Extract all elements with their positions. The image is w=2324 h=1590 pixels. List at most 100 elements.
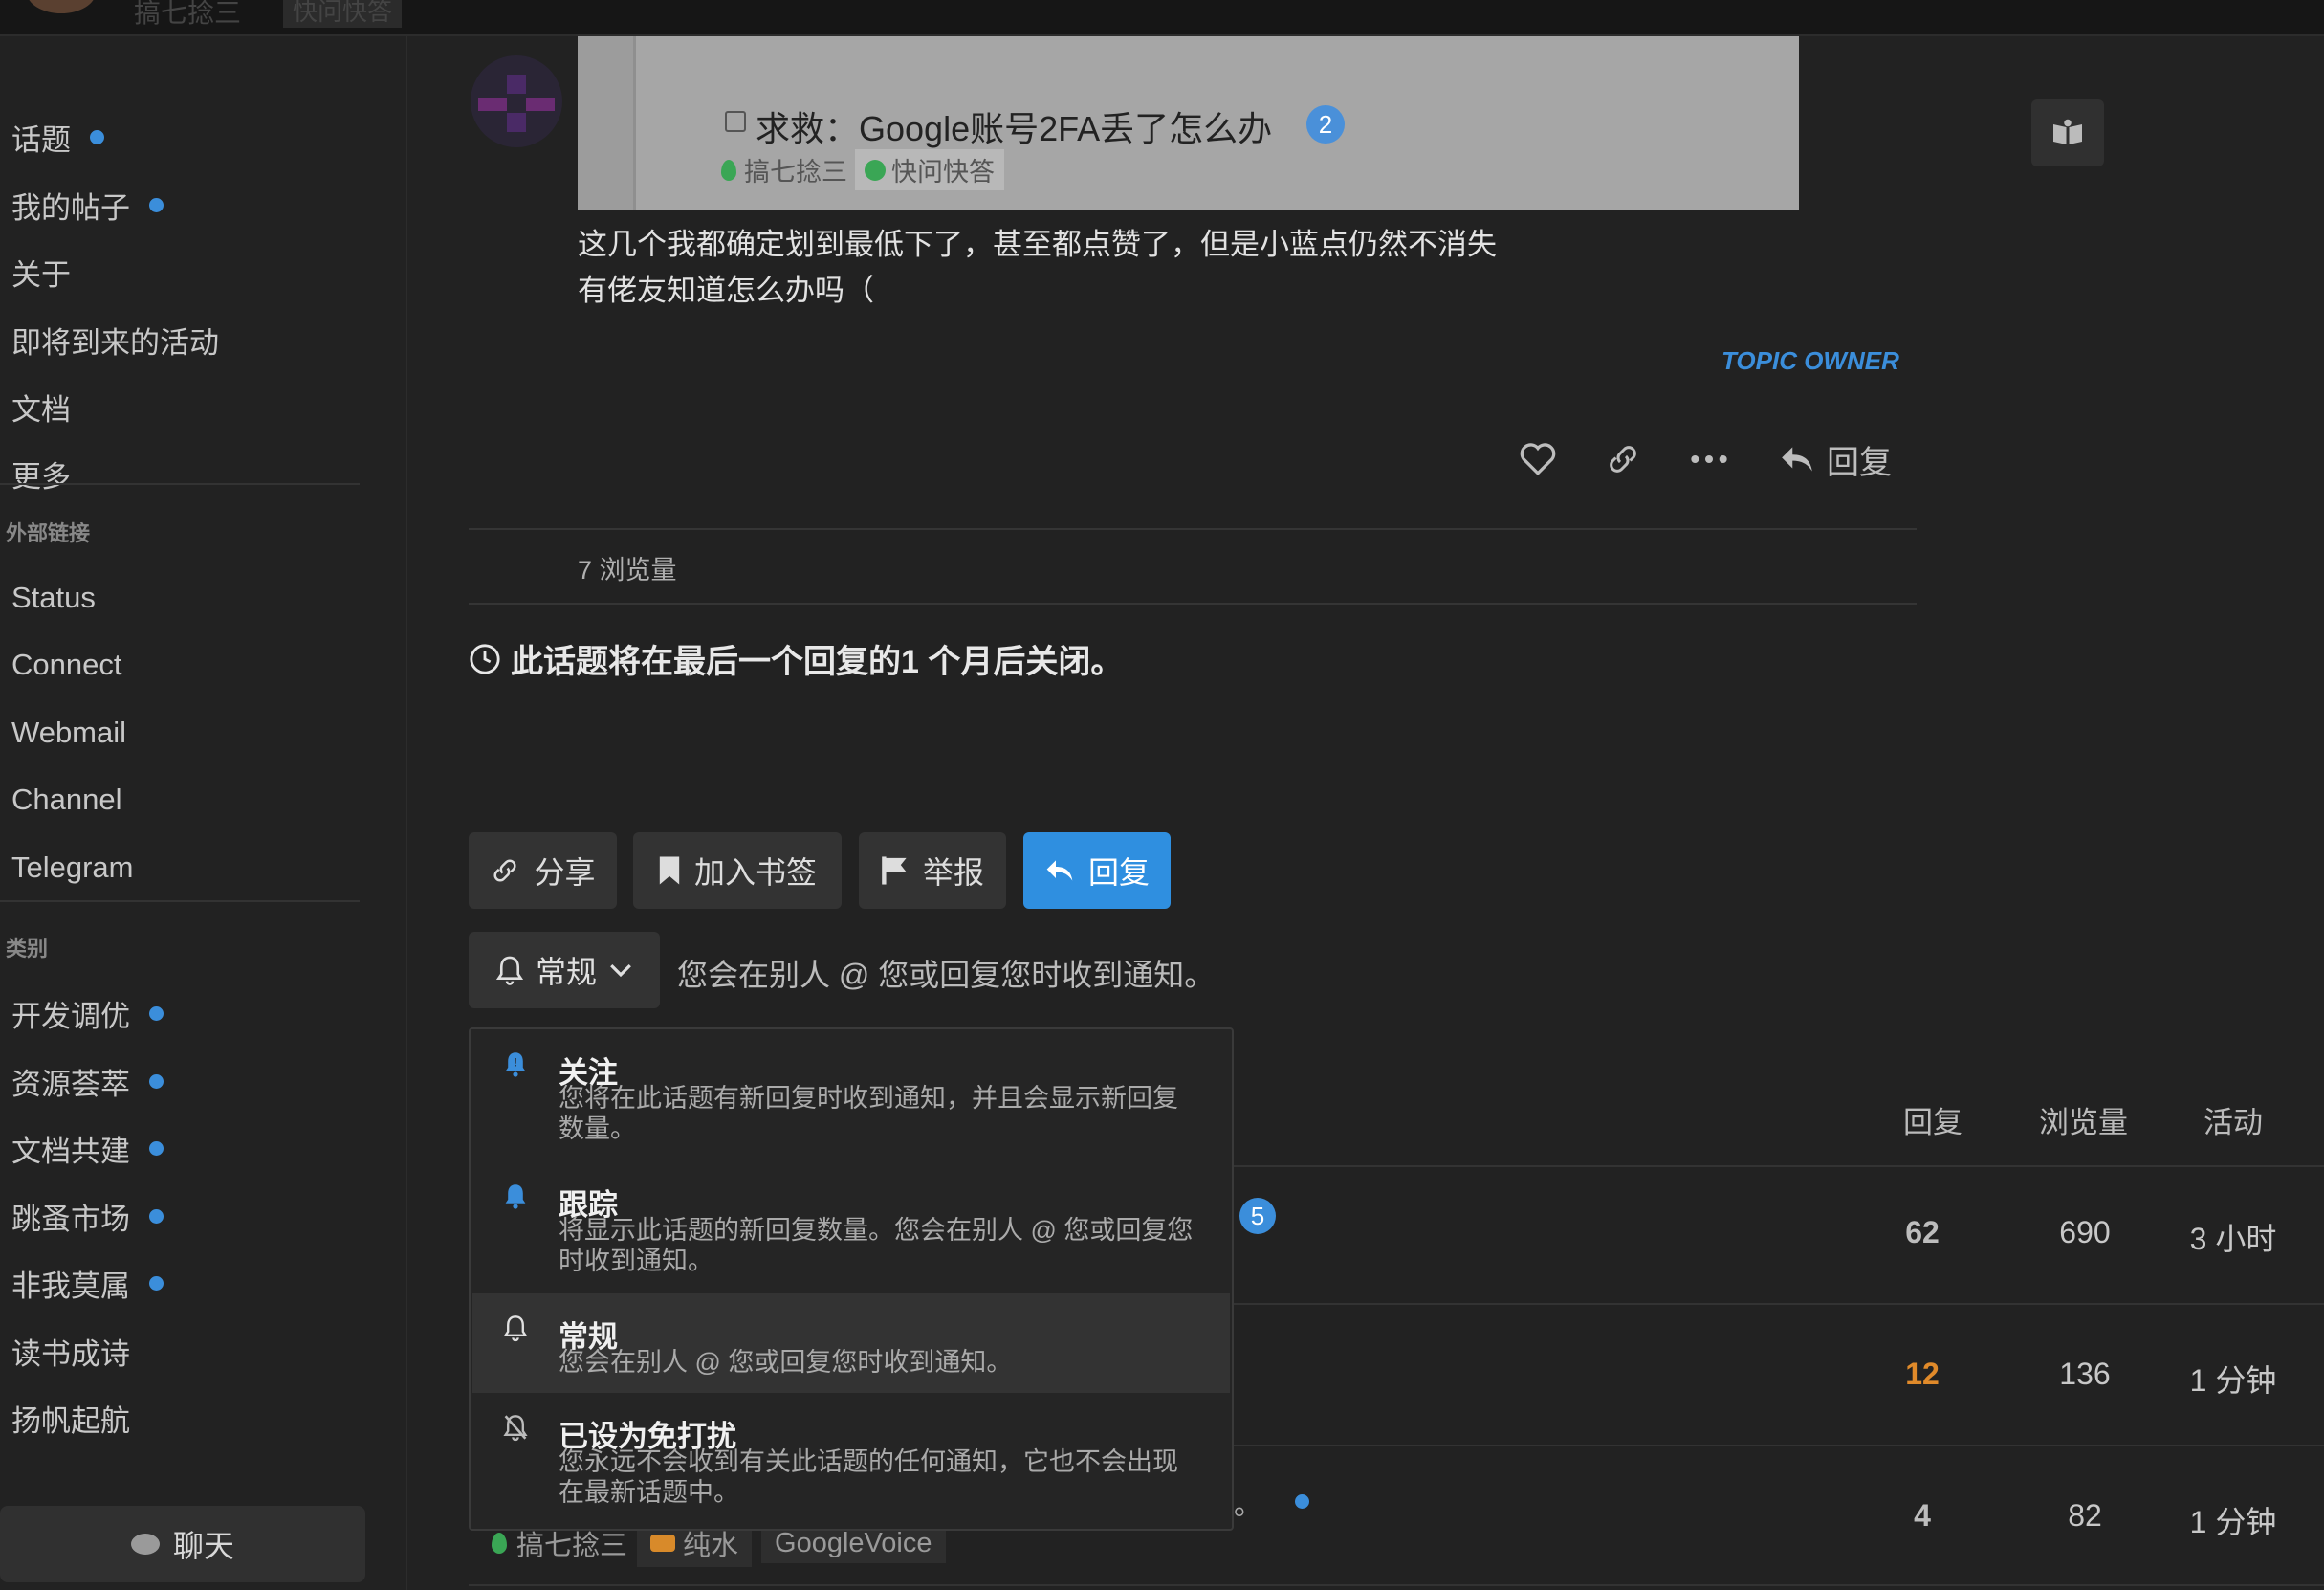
sidebar-link-connect[interactable]: Connect [11, 641, 121, 689]
topic-title-tail[interactable]: 。 [1234, 1481, 1262, 1523]
share-button[interactable]: 分享 [469, 832, 617, 909]
table-cell-activity[interactable]: 1 分钟 [2171, 1498, 2295, 1542]
user-avatar[interactable] [27, 0, 96, 13]
sidebar-category[interactable]: 资源荟萃 [11, 1057, 164, 1105]
col-header-replies[interactable]: 回复 [1903, 1098, 1962, 1141]
quoted-tag: 快问快答 [855, 149, 1004, 190]
table-cell-replies: 12 [1905, 1357, 1940, 1391]
table-cell-views: 136 [2059, 1357, 2111, 1391]
divider [469, 528, 1917, 530]
unread-dot [149, 1208, 164, 1224]
sidebar-item-more[interactable]: 更多 [11, 450, 71, 497]
menu-item-watching[interactable]: ! 关注 您将在此话题有新回复时收到通知，并且会显示新回复数量。 [472, 1029, 1230, 1159]
bookmark-icon [659, 856, 680, 885]
category-drop-icon [721, 159, 736, 181]
unread-dot [149, 1073, 164, 1089]
notification-level-menu: ! 关注 您将在此话题有新回复时收到通知，并且会显示新回复数量。 跟踪 将显示此… [469, 1027, 1234, 1531]
sidebar-link-webmail[interactable]: Webmail [11, 709, 126, 757]
unread-dot [149, 197, 164, 212]
bell-icon [501, 1313, 530, 1343]
sidebar-divider [0, 483, 360, 485]
like-icon[interactable] [1514, 432, 1562, 486]
table-divider [1234, 1303, 2324, 1305]
reply-button[interactable]: 回复 [1023, 832, 1171, 909]
link-icon[interactable] [1599, 432, 1647, 486]
sidebar-category[interactable]: 读书成诗 [11, 1327, 130, 1375]
col-header-activity[interactable]: 活动 [2203, 1098, 2263, 1141]
question-icon [865, 159, 886, 181]
sidebar-category[interactable]: 开发调优 [11, 989, 164, 1037]
sidebar-category[interactable]: 文档共建 [11, 1124, 164, 1172]
bell-icon [495, 956, 524, 985]
post-image[interactable]: 求救：Google账号2FA丢了怎么办 2 搞七捻三 快问快答 [578, 36, 1799, 210]
post-line: 有佬友知道怎么办吗（ [578, 274, 874, 307]
post-body: 这几个我都确定划到最低下了，甚至都点赞了，但是小蓝点仍然不消失 有佬友知道怎么办… [578, 222, 1497, 314]
menu-item-regular[interactable]: 常规 您会在别人 @ 您或回复您时收到通知。 [472, 1293, 1230, 1393]
sidebar-section-links[interactable]: 外部链接 [6, 517, 90, 547]
sidebar-item-about[interactable]: 关于 [11, 248, 71, 296]
chat-bubble-icon [130, 1534, 160, 1555]
bell-filled-icon: ! [501, 1049, 530, 1079]
table-cell-activity[interactable]: 1 分钟 [2171, 1357, 2295, 1401]
flag-button[interactable]: 举报 [859, 832, 1006, 909]
notification-level-description: 您会在别人 @ 您或回复您时收到通知。 [677, 958, 1216, 992]
sidebar-link-channel[interactable]: Channel [11, 776, 121, 824]
reply-arrow-icon [1782, 447, 1812, 472]
sidebar-item-upcoming-events[interactable]: 即将到来的活动 [11, 316, 219, 364]
quoted-reply-count: 2 [1306, 105, 1345, 144]
post-author-avatar[interactable] [471, 55, 562, 147]
menu-item-muted[interactable]: 已设为免打扰 您永远不会收到有关此话题的任何通知，它也不会出现在最新话题中。 [472, 1393, 1230, 1525]
flag-icon [882, 856, 907, 885]
col-header-views[interactable]: 浏览量 [2039, 1098, 2128, 1141]
sidebar-section-categories[interactable]: 类别 [6, 932, 48, 962]
topbar-tag: 快问快答 [283, 0, 403, 28]
table-cell-views: 690 [2059, 1215, 2111, 1249]
unread-dot [1295, 1494, 1309, 1509]
timeline-toggle-button[interactable] [2031, 99, 2104, 166]
bookmark-button[interactable]: 加入书签 [633, 832, 842, 909]
sidebar-item-docs[interactable]: 文档 [11, 383, 71, 431]
book-icon [2053, 119, 2082, 144]
sidebar-item-my-posts[interactable]: 我的帖子 [11, 181, 164, 229]
table-cell-views: 82 [2068, 1498, 2102, 1533]
sidebar-link-telegram[interactable]: Telegram [11, 844, 134, 892]
topic-owner-label: TOPIC OWNER [1721, 346, 1899, 375]
sidebar-category[interactable]: 扬帆起航 [11, 1394, 130, 1442]
post-line: 这几个我都确定划到最低下了，甚至都点赞了，但是小蓝点仍然不消失 [578, 228, 1497, 261]
view-count: 7 浏览量 [578, 556, 677, 585]
unread-dot [90, 129, 104, 144]
top-bar: 搞七捻三 快问快答 [0, 0, 2324, 36]
sidebar-category[interactable]: 非我莫属 [11, 1259, 164, 1307]
reply-arrow-icon [1046, 860, 1073, 881]
menu-item-tracking[interactable]: 跟踪 将显示此话题的新回复数量。您会在别人 @ 您或回复您时收到通知。 [472, 1159, 1230, 1292]
unread-dot [149, 1275, 164, 1291]
bell-filled-icon [501, 1181, 530, 1211]
sidebar-divider [0, 900, 360, 902]
notification-level-dropdown[interactable]: 常规 [469, 932, 660, 1008]
clock-icon [470, 643, 500, 674]
divider [469, 1584, 2324, 1586]
topbar-category: 搞七捻三 [134, 0, 242, 28]
unread-dot [149, 1140, 164, 1156]
table-cell-activity[interactable]: 3 小时 [2171, 1215, 2295, 1259]
chevron-down-icon [610, 963, 631, 978]
table-cell-replies: 4 [1914, 1498, 1931, 1533]
link-icon [493, 859, 517, 882]
quoted-topic-title: 求救：Google账号2FA丢了怎么办 [756, 109, 1273, 148]
sidebar-item-topics[interactable]: 话题 [11, 113, 104, 161]
table-cell-replies: 62 [1905, 1215, 1940, 1249]
chat-button[interactable]: 聊天 [0, 1506, 365, 1582]
svg-text:!: ! [514, 1057, 517, 1070]
table-divider [1234, 1445, 2324, 1446]
bell-slash-icon [501, 1412, 530, 1443]
sidebar-link-status[interactable]: Status [11, 574, 96, 622]
new-posts-badge: 5 [1239, 1198, 1276, 1234]
sidebar-category[interactable]: 跳蚤市场 [11, 1192, 164, 1240]
more-options-icon[interactable] [1685, 432, 1733, 486]
table-divider [1234, 1165, 2324, 1167]
water-icon [650, 1535, 676, 1552]
category-drop-icon [492, 1533, 507, 1554]
post-reply-button[interactable]: 回复 [1779, 432, 1892, 486]
solved-checkbox-icon [725, 111, 746, 132]
quoted-topic-meta: 搞七捻三 快问快答 [721, 149, 1004, 190]
